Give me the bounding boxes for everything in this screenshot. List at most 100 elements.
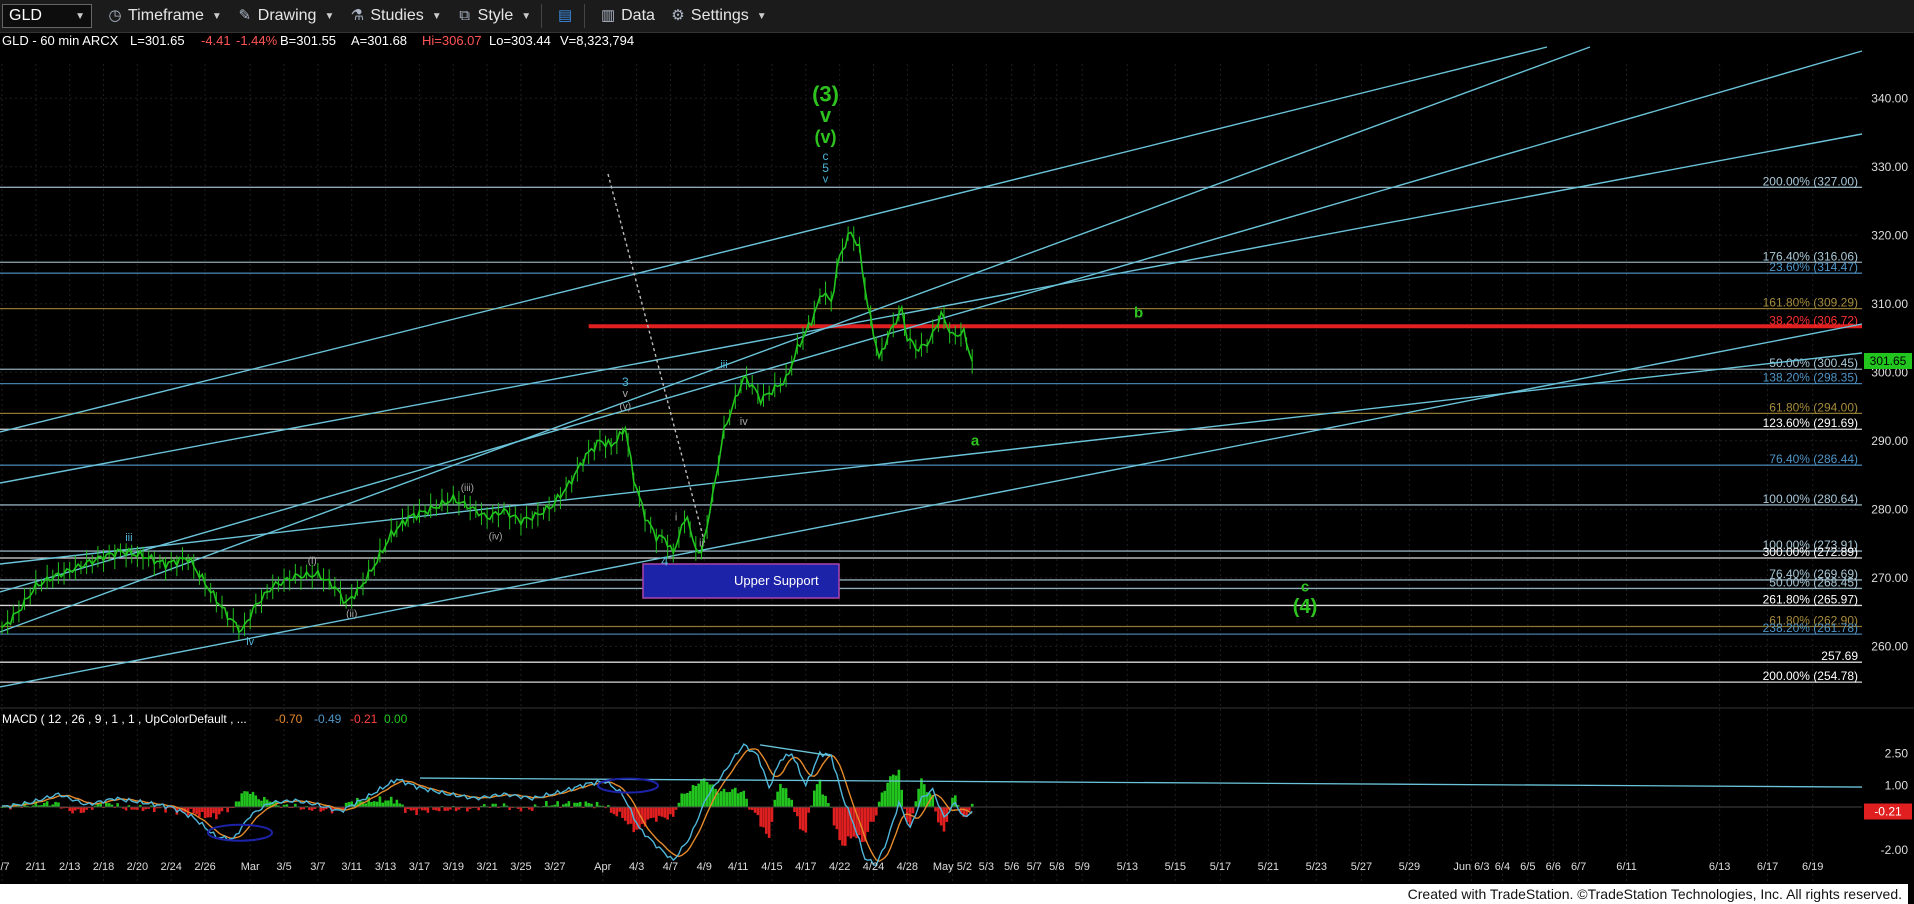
fib-level-label: 138.20% (298.35) xyxy=(1763,371,1858,385)
macd-hist-bar xyxy=(624,807,627,821)
macd-hist-bar xyxy=(200,807,204,812)
y-tick-label: 310.00 xyxy=(1871,297,1908,311)
macd-hist-bar xyxy=(57,802,60,807)
studies-label: Studies xyxy=(370,7,424,24)
macd-hist-bar xyxy=(310,807,314,811)
macd-hist-bar xyxy=(573,802,576,807)
layout-button[interactable]: ▤ xyxy=(556,8,574,24)
macd-hist-bar xyxy=(818,779,822,807)
macd-hist-bar xyxy=(657,807,661,816)
macd-hist-bar xyxy=(773,799,777,807)
style-button[interactable]: ⧉ Style ▼ xyxy=(456,7,531,25)
macd-hist-bar xyxy=(742,790,746,807)
price-chart[interactable]: GLD - 60 min ARCX L=301.65 -4.41 -1.44% … xyxy=(0,32,1914,884)
studies-button[interactable]: ⚗ Studies ▼ xyxy=(348,7,442,25)
macd-hist-bar xyxy=(626,807,630,825)
footer-copyright: Created with TradeStation. ©TradeStation… xyxy=(0,884,1908,904)
macd-hist-bar xyxy=(677,802,681,807)
macd-hist-bar xyxy=(652,807,655,818)
macd-hist-bar xyxy=(68,807,71,812)
macd-hist-bar xyxy=(502,803,506,807)
macd-hist-bar xyxy=(203,807,207,819)
symbol-selector[interactable]: GLD ▼ xyxy=(2,4,92,28)
macd-hist-bar xyxy=(381,802,385,807)
trendline xyxy=(0,352,1863,565)
clock-icon: ◷ xyxy=(108,7,122,24)
macd-hist-bar xyxy=(43,802,46,807)
macd-hist-bar xyxy=(875,807,878,816)
macd-hist-bar xyxy=(443,807,447,811)
fib-level-label: 238.20% (261.78) xyxy=(1763,621,1858,635)
timeframe-button[interactable]: ◷ Timeframe ▼ xyxy=(106,7,221,25)
wave-label: v xyxy=(820,105,832,127)
macd-hist-bar xyxy=(124,807,128,811)
x-tick-label: 6/4 xyxy=(1495,861,1510,873)
macd-hist-bar xyxy=(646,807,650,820)
macd-hist-bar xyxy=(387,800,390,807)
macd-tick-label: -2.00 xyxy=(1881,843,1909,857)
header-volume: V=8,323,794 xyxy=(560,33,634,48)
macd-hist-bar xyxy=(666,807,669,820)
symbol-text: GLD xyxy=(9,7,42,24)
fib-level-label: 76.40% (286.44) xyxy=(1769,452,1858,466)
macd-hist-bar xyxy=(804,807,808,833)
x-tick-label: 6/6 xyxy=(1546,861,1561,873)
fib-levels: 200.00% (327.00)176.40% (316.06)23.60% (… xyxy=(0,174,1862,683)
y-tick-label: 280.00 xyxy=(1871,502,1908,516)
macd-hist-bar xyxy=(74,807,77,811)
macd-hist-bar xyxy=(869,807,872,822)
macd-hist-bar xyxy=(725,792,729,807)
macd-hist-bar xyxy=(556,801,559,807)
x-tick-label: 5/17 xyxy=(1210,861,1231,873)
macd-hist-bar xyxy=(728,791,731,807)
macd-hist-bar xyxy=(141,807,145,811)
style-icon: ⧉ xyxy=(459,7,470,24)
macd-hist-bar xyxy=(691,784,695,807)
macd-hist-bar xyxy=(722,788,726,807)
wave-label: b xyxy=(1134,304,1143,321)
macd-hist-bar xyxy=(911,807,915,814)
fib-level-label: 300.00% (272.89) xyxy=(1763,545,1858,559)
macd-hist-bar xyxy=(519,807,523,812)
macd-hist-bar xyxy=(781,788,785,807)
macd-hist-bar xyxy=(116,803,119,807)
macd-hist-bar xyxy=(79,807,83,813)
macd-hist-bar xyxy=(435,807,438,811)
pencil-icon: ✎ xyxy=(238,7,252,24)
x-tick-label: 4/7 xyxy=(663,861,678,873)
macd-hist-bar xyxy=(446,807,449,811)
trendline xyxy=(0,46,1548,433)
settings-button[interactable]: ⚙ Settings ▼ xyxy=(669,7,766,25)
macd-hist-bar xyxy=(894,775,898,807)
macd-hist-bar xyxy=(841,807,844,846)
data-button[interactable]: ▥ Data xyxy=(599,7,655,25)
macd-hist-bar xyxy=(694,786,698,807)
header-ask: A=301.68 xyxy=(351,33,407,48)
macd-hist-bar xyxy=(734,787,737,807)
wave-label: 4 xyxy=(661,553,668,568)
macd-hist-bar xyxy=(234,801,238,807)
macd-title: MACD ( 12 , 26 , 9 , 1 , 1 , UpColorDefa… xyxy=(2,712,247,726)
toolbar: GLD ▼ ◷ Timeframe ▼ ✎ Drawing ▼ ⚗ Studie… xyxy=(0,0,1914,33)
y-tick-label: 340.00 xyxy=(1871,91,1908,105)
macd-hist-bar xyxy=(45,801,49,807)
macd-hist-bar xyxy=(787,798,791,807)
x-tick-label: Jun 6/3 xyxy=(1453,861,1489,873)
x-tick-label: Apr xyxy=(594,861,611,873)
x-tick-label: 6/7 xyxy=(1571,861,1586,873)
x-tick-label: 4/11 xyxy=(728,861,749,873)
x-tick-label: 5/8 xyxy=(1049,861,1064,873)
toolbar-divider xyxy=(584,4,586,28)
macd-hist-bar xyxy=(54,801,57,807)
trendline xyxy=(0,46,1591,633)
x-tick-label: 5/23 xyxy=(1306,861,1327,873)
macd-hist-bar xyxy=(257,799,260,807)
drawing-button[interactable]: ✎ Drawing ▼ xyxy=(236,7,334,25)
macd-hist-bar xyxy=(415,807,418,815)
x-tick-label: 4/28 xyxy=(897,861,918,873)
x-tick-label: 3/7 xyxy=(310,861,325,873)
data-label: Data xyxy=(621,7,655,24)
layout-icon: ▤ xyxy=(558,7,573,24)
x-tick-label: 3/27 xyxy=(544,861,565,873)
macd-hist-bar xyxy=(680,793,684,807)
